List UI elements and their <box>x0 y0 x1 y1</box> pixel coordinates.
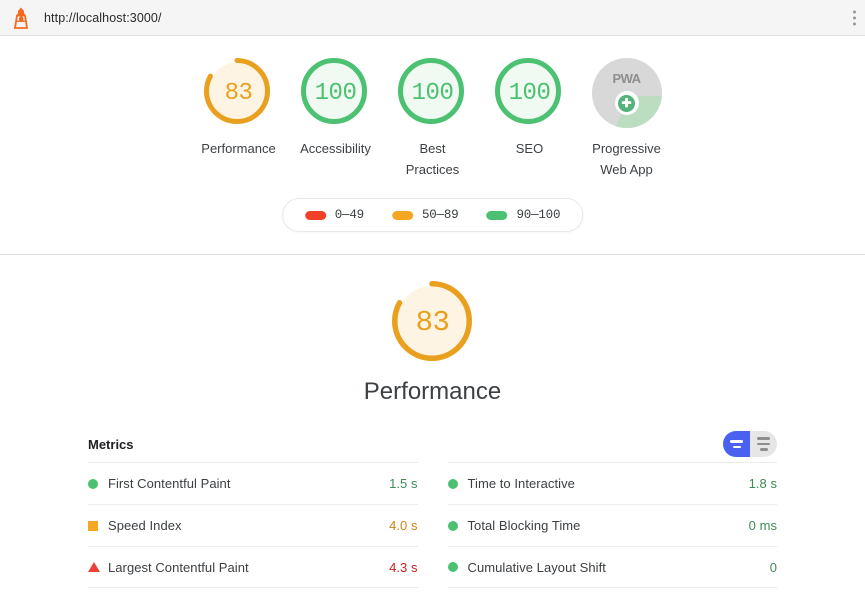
gauge-accessibility[interactable]: 100 Accessibility <box>287 58 384 159</box>
gauge-seo[interactable]: 100 SEO <box>481 58 578 159</box>
legend-item: 50—89 <box>391 208 459 222</box>
metrics-column-left: First Contentful Paint 1.5 s Speed Index… <box>88 462 418 588</box>
gauge-score-value: 100 <box>314 79 357 107</box>
legend-item: 90—100 <box>486 208 560 222</box>
metric-row[interactable]: Largest Contentful Paint 4.3 s <box>88 546 418 588</box>
legend-item: 0—49 <box>304 208 364 222</box>
gauge-score-value: 100 <box>508 79 551 107</box>
gauge-performance[interactable]: 83 Performance <box>190 58 287 159</box>
category-scores-section: 83 Performance 100 Accessibility 100 Bes… <box>0 36 865 255</box>
legend-range-label: 90—100 <box>516 208 561 222</box>
metric-name: Time to Interactive <box>467 476 575 491</box>
gauge-label: SEO <box>515 141 544 156</box>
performance-heading: Performance <box>363 378 502 405</box>
gauge-label: Best Practices <box>405 141 460 177</box>
metric-status-icon <box>88 520 108 531</box>
metric-status-icon <box>447 478 468 489</box>
legend-color-pill <box>486 210 508 220</box>
metric-value: 1.5 s <box>389 476 418 491</box>
metric-value: 4.0 s <box>389 518 418 533</box>
metric-name: First Contentful Paint <box>108 476 231 491</box>
metric-value: 0 ms <box>748 518 777 533</box>
gauge-best-practices[interactable]: 100 Best Practices <box>384 58 481 180</box>
status-circle-icon <box>447 562 458 572</box>
metric-name: Speed Index <box>108 518 182 533</box>
gauge-ring: 100 <box>494 58 565 128</box>
metrics-columns: First Contentful Paint 1.5 s Speed Index… <box>88 462 777 588</box>
metrics-heading: Metrics <box>88 436 134 452</box>
metric-value: 1.8 s <box>748 476 777 491</box>
legend-color-pill <box>304 210 326 220</box>
gauge-ring: 83 <box>203 58 274 128</box>
metric-name: Largest Contentful Paint <box>108 559 249 575</box>
metric-row[interactable]: Cumulative Layout Shift 0 <box>447 546 777 588</box>
gauge-ring: 100 <box>397 58 468 128</box>
metrics-block: Metrics First Contentful Paint 1.5 s Spe… <box>88 431 777 588</box>
gauge-score-value: 83 <box>224 79 253 107</box>
status-triangle-icon <box>88 562 100 572</box>
metric-status-icon <box>447 520 468 531</box>
metric-row[interactable]: Total Blocking Time 0 ms <box>447 504 777 546</box>
gauge-ring: 100 <box>300 58 371 128</box>
kebab-menu-icon[interactable] <box>853 10 856 25</box>
performance-gauge: 83 <box>391 281 474 363</box>
status-square-icon <box>88 520 98 531</box>
legend-color-pill <box>391 210 413 220</box>
toggle-expanded-view-button[interactable] <box>750 431 777 457</box>
metric-name: Cumulative Layout Shift <box>467 559 606 575</box>
status-circle-icon <box>447 520 458 531</box>
status-circle-icon <box>447 478 458 489</box>
legend-range-label: 0—49 <box>334 208 364 222</box>
metric-name: Total Blocking Time <box>467 518 581 533</box>
metric-row[interactable]: Time to Interactive 1.8 s <box>447 462 777 504</box>
metric-value: 0 <box>769 559 777 575</box>
gauge-progressive-web-app[interactable]: PWA ✚ Progressive Web App <box>578 58 675 180</box>
legend-range-label: 50—89 <box>421 208 459 222</box>
gauges-row: 83 Performance 100 Accessibility 100 Bes… <box>0 36 865 180</box>
metric-row[interactable]: First Contentful Paint 1.5 s <box>88 462 418 504</box>
gauge-label: Progressive Web App <box>592 141 661 177</box>
status-circle-icon <box>88 478 98 489</box>
gauge-score-value: 100 <box>411 79 454 107</box>
url-text[interactable]: http://localhost:3000/ <box>44 11 162 25</box>
performance-score-value: 83 <box>415 305 450 339</box>
toggle-compact-view-button[interactable] <box>723 431 750 457</box>
lighthouse-icon <box>10 6 32 30</box>
gauge-label: Accessibility <box>300 141 371 156</box>
metric-status-icon <box>88 478 108 489</box>
metric-row[interactable]: Speed Index 4.0 s <box>88 504 418 546</box>
gauge-label: Performance <box>201 141 276 156</box>
performance-section: 83 Performance <box>0 255 865 406</box>
metrics-column-right: Time to Interactive 1.8 s Total Blocking… <box>447 462 777 588</box>
metric-status-icon <box>88 562 108 572</box>
browser-url-bar: http://localhost:3000/ <box>0 0 865 36</box>
pwa-badge-icon: PWA ✚ <box>591 58 662 128</box>
metric-status-icon <box>447 562 468 572</box>
metric-value: 4.3 s <box>389 559 418 575</box>
score-legend: 0—49 50—89 90—100 <box>281 198 584 232</box>
metrics-header: Metrics <box>88 431 777 457</box>
metrics-view-toggle[interactable] <box>723 431 777 457</box>
